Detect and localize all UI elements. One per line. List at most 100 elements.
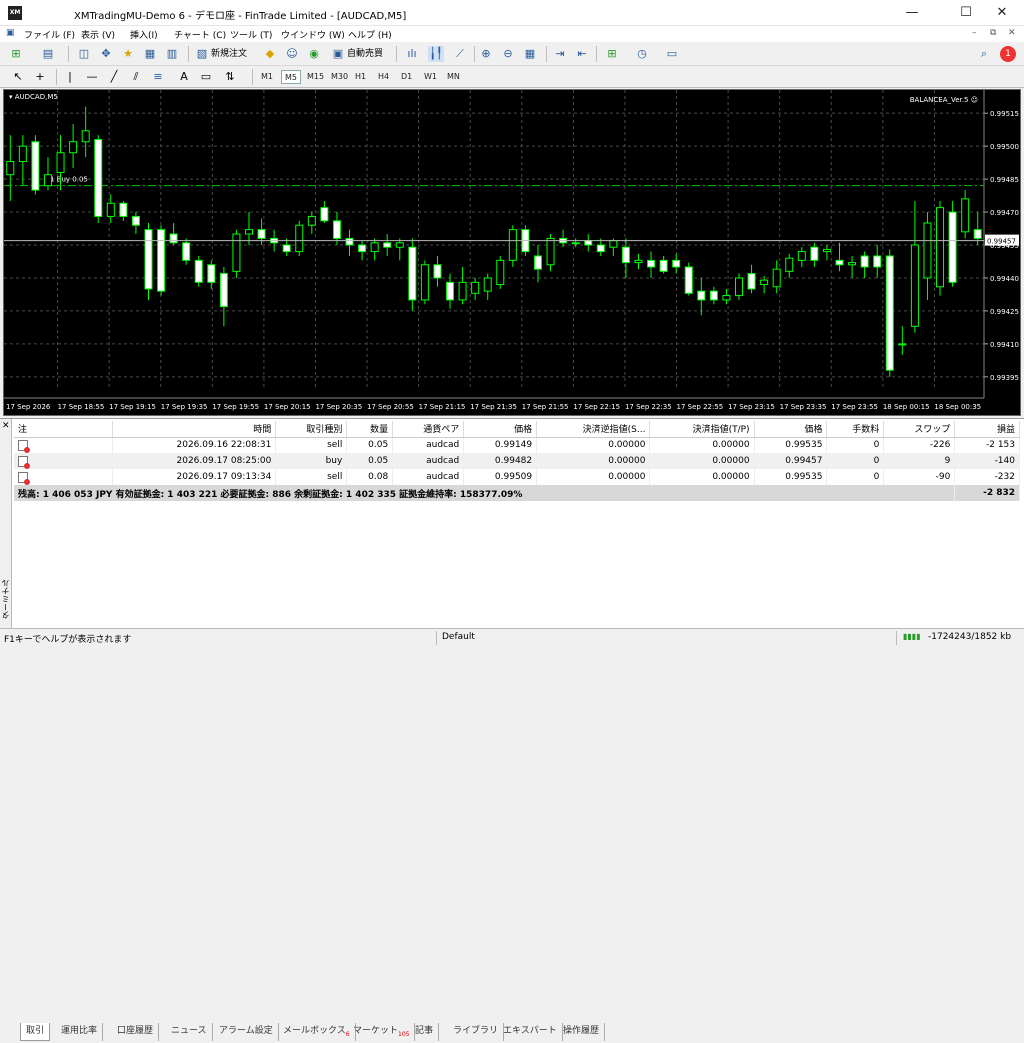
tab-1[interactable]: 運用比率 bbox=[56, 1023, 104, 1041]
zoom-out-icon[interactable]: ⊖ bbox=[500, 46, 516, 62]
chart-window[interactable]: 0.99515 0.99500 0.99485 0.99470 0.99455 0.994… bbox=[3, 89, 1021, 416]
horizontal-line-icon[interactable]: — bbox=[84, 69, 100, 85]
autoscroll-icon[interactable]: ⇥ bbox=[552, 46, 568, 62]
trendline-icon[interactable]: ╱ bbox=[106, 69, 122, 85]
zoom-in-icon[interactable]: ⊕ bbox=[478, 46, 494, 62]
col-header[interactable]: 価格 bbox=[463, 421, 538, 438]
timeframe-m5[interactable]: M5 bbox=[281, 70, 301, 84]
candle-body bbox=[157, 229, 166, 292]
mdi-close-icon[interactable]: ✕ bbox=[1008, 28, 1016, 38]
col-header[interactable]: 決済指値(T/P) bbox=[649, 421, 755, 438]
metaeditor-icon[interactable]: ◆ bbox=[262, 46, 278, 62]
favorites-icon[interactable]: ★ bbox=[120, 46, 136, 62]
standard-toolbar: ⊞ ▤ ◫ ✥ ★ ▦ ▥ ▧ 新規注文 ◆ ☺ ◉ ▣ 自動売買 ılı ╽╿… bbox=[0, 42, 1024, 66]
price-chart[interactable]: 0.995150.995000.994850.994700.994550.994… bbox=[4, 90, 1020, 415]
terminal-icon[interactable]: ▦ bbox=[142, 46, 158, 62]
market-watch-icon[interactable]: ◫ bbox=[76, 46, 92, 62]
tab-9[interactable]: エキスパート bbox=[498, 1023, 563, 1041]
crosshair-icon[interactable]: + bbox=[32, 69, 48, 85]
notification-badge[interactable]: 1 bbox=[1000, 46, 1016, 62]
terminal-close-icon[interactable]: ✕ bbox=[2, 421, 10, 431]
tab-5[interactable]: メールボックス6 bbox=[278, 1023, 356, 1041]
candle-body bbox=[358, 244, 367, 253]
shapes-icon[interactable]: ⇅ bbox=[222, 69, 238, 85]
mdi-minimize-icon[interactable]: – bbox=[972, 28, 977, 38]
tile-windows-icon[interactable]: ▦ bbox=[522, 46, 538, 62]
new-order-icon[interactable]: ▧ bbox=[194, 46, 210, 62]
signals-icon[interactable]: ◉ bbox=[306, 46, 322, 62]
timeframe-m1[interactable]: M1 bbox=[258, 70, 276, 84]
label-icon[interactable]: ▭ bbox=[198, 69, 214, 85]
x-tick-label: 17 Sep 22:55 bbox=[677, 403, 724, 411]
candle-body bbox=[18, 145, 27, 163]
tab-2[interactable]: 口座履歴 bbox=[112, 1023, 160, 1041]
minimize-button[interactable]: — bbox=[890, 0, 934, 26]
mdi-restore-icon[interactable]: ⧉ bbox=[990, 28, 996, 38]
tab-8[interactable]: ライブラリ bbox=[448, 1023, 505, 1041]
tester-icon[interactable]: ▥ bbox=[164, 46, 180, 62]
timeframe-m30[interactable]: M30 bbox=[328, 70, 351, 84]
tab-label: メールボックス bbox=[283, 1026, 346, 1036]
table-row[interactable]: 2026.09.17 08:25:00 buy 0.05 audcad 0.99482 0… bbox=[14, 453, 1020, 469]
templates-icon[interactable]: ▭ bbox=[664, 46, 680, 62]
menu-file[interactable]: ファイル (F) bbox=[24, 28, 75, 41]
col-header[interactable]: 取引種別 bbox=[275, 421, 348, 438]
table-row[interactable]: 2026.09.16 22:08:31 sell 0.05 audcad 0.99149… bbox=[14, 437, 1020, 453]
col-header[interactable]: 数量 bbox=[346, 421, 394, 438]
vertical-line-icon[interactable]: | bbox=[62, 69, 78, 85]
menu-window[interactable]: ウインドウ (W) bbox=[281, 28, 345, 41]
close-button[interactable]: ✕ bbox=[980, 0, 1024, 26]
timeframe-h4[interactable]: H4 bbox=[375, 70, 392, 84]
navigator-icon[interactable]: ✥ bbox=[98, 46, 114, 62]
col-header[interactable]: 注 bbox=[14, 421, 113, 438]
timeframe-m15[interactable]: M15 bbox=[304, 70, 327, 84]
table-cell: -2 153 bbox=[954, 437, 1020, 453]
col-header[interactable]: 時間 bbox=[112, 421, 277, 438]
col-header[interactable]: 決済逆指値(S... bbox=[536, 421, 651, 438]
doc-icon[interactable]: ▣ bbox=[6, 28, 15, 38]
candlestick-icon[interactable]: ╽╿ bbox=[428, 46, 444, 62]
new-chart-icon[interactable]: ⊞ bbox=[8, 46, 24, 62]
cursor-icon[interactable]: ↖ bbox=[10, 69, 26, 85]
chart-shift-icon[interactable]: ⇤ bbox=[574, 46, 590, 62]
tab-7[interactable]: 記事 bbox=[410, 1023, 440, 1041]
tab-6[interactable]: マーケット105 bbox=[348, 1023, 416, 1041]
community-icon[interactable]: ☺ bbox=[284, 46, 300, 62]
candle-body bbox=[307, 215, 316, 226]
timeframe-h1[interactable]: H1 bbox=[352, 70, 369, 84]
candle-body bbox=[219, 273, 228, 308]
menu-view[interactable]: 表示 (V) bbox=[81, 28, 115, 41]
search-icon[interactable]: ⌕ bbox=[976, 46, 992, 62]
timeframe-w1[interactable]: W1 bbox=[421, 70, 440, 84]
bar-chart-icon[interactable]: ılı bbox=[404, 46, 420, 62]
col-header[interactable]: 手数料 bbox=[826, 421, 885, 438]
col-header[interactable]: 価格 bbox=[754, 421, 828, 438]
menu-chart[interactable]: チャート (C) bbox=[174, 28, 226, 41]
timeframe-d1[interactable]: D1 bbox=[398, 70, 415, 84]
timeframe-mn[interactable]: MN bbox=[444, 70, 463, 84]
fibonacci-icon[interactable]: ≡ bbox=[150, 69, 166, 85]
new-order-button[interactable]: 新規注文 bbox=[211, 46, 247, 62]
menu-tools[interactable]: ツール (T) bbox=[230, 28, 272, 41]
periods-icon[interactable]: ◷ bbox=[634, 46, 650, 62]
tab-4[interactable]: アラーム設定 bbox=[214, 1023, 279, 1041]
line-chart-icon[interactable]: ⟋ bbox=[452, 46, 468, 62]
tab-0[interactable]: 取引 bbox=[20, 1023, 51, 1041]
tab-3[interactable]: ニュース bbox=[166, 1023, 213, 1041]
col-header[interactable]: 通貨ペア bbox=[392, 421, 465, 438]
table-row[interactable]: 2026.09.17 09:13:34 sell 0.08 audcad 0.99509… bbox=[14, 469, 1020, 485]
menu-help[interactable]: ヘルプ (H) bbox=[348, 28, 392, 41]
menu-insert[interactable]: 挿入(I) bbox=[130, 28, 158, 41]
tab-10[interactable]: 操作履歴 bbox=[558, 1023, 606, 1041]
terminal-sidebar: ✕ ターミナル bbox=[0, 419, 12, 629]
candle-body bbox=[621, 246, 630, 264]
candle-body bbox=[94, 139, 103, 217]
auto-trade-button[interactable]: 自動売買 bbox=[347, 46, 383, 62]
auto-trade-icon[interactable]: ▣ bbox=[330, 46, 346, 62]
indicators-icon[interactable]: ⊞ bbox=[604, 46, 620, 62]
channel-icon[interactable]: ⫽ bbox=[128, 69, 144, 85]
profiles-icon[interactable]: ▤ bbox=[40, 46, 56, 62]
col-header[interactable]: スワップ bbox=[883, 421, 956, 438]
col-header[interactable]: 損益 bbox=[954, 421, 1020, 438]
text-icon[interactable]: A bbox=[176, 69, 192, 85]
